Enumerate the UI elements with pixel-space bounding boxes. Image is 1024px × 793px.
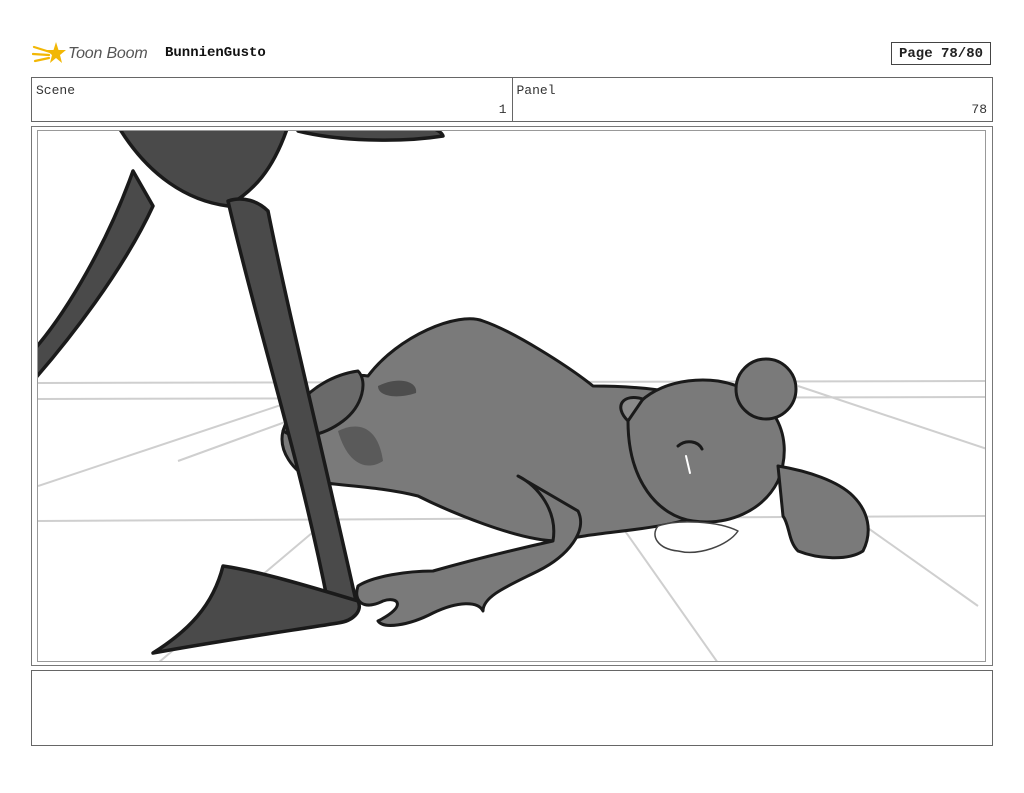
panel-value: 78 bbox=[971, 102, 987, 117]
scene-value: 1 bbox=[498, 102, 507, 117]
scene-cell: Scene 1 bbox=[32, 78, 512, 121]
scene-panel-info: Scene 1 Panel 78 bbox=[31, 77, 993, 122]
page-indicator: Page 78/80 bbox=[891, 42, 991, 65]
toon-boom-logo: Toon Boom bbox=[32, 38, 148, 70]
project-name: BunnienGusto bbox=[165, 45, 266, 61]
sketch-illustration bbox=[38, 131, 985, 661]
logo-text: Toon Boom bbox=[68, 45, 148, 62]
storyboard-panel-drawing bbox=[37, 130, 986, 662]
toon-boom-star-icon bbox=[32, 42, 66, 63]
panel-notes-box bbox=[31, 670, 993, 746]
scene-label: Scene bbox=[36, 83, 76, 98]
panel-label: Panel bbox=[516, 83, 556, 98]
fallen-character-sketch bbox=[280, 317, 870, 627]
panel-cell: Panel 78 bbox=[511, 78, 993, 121]
